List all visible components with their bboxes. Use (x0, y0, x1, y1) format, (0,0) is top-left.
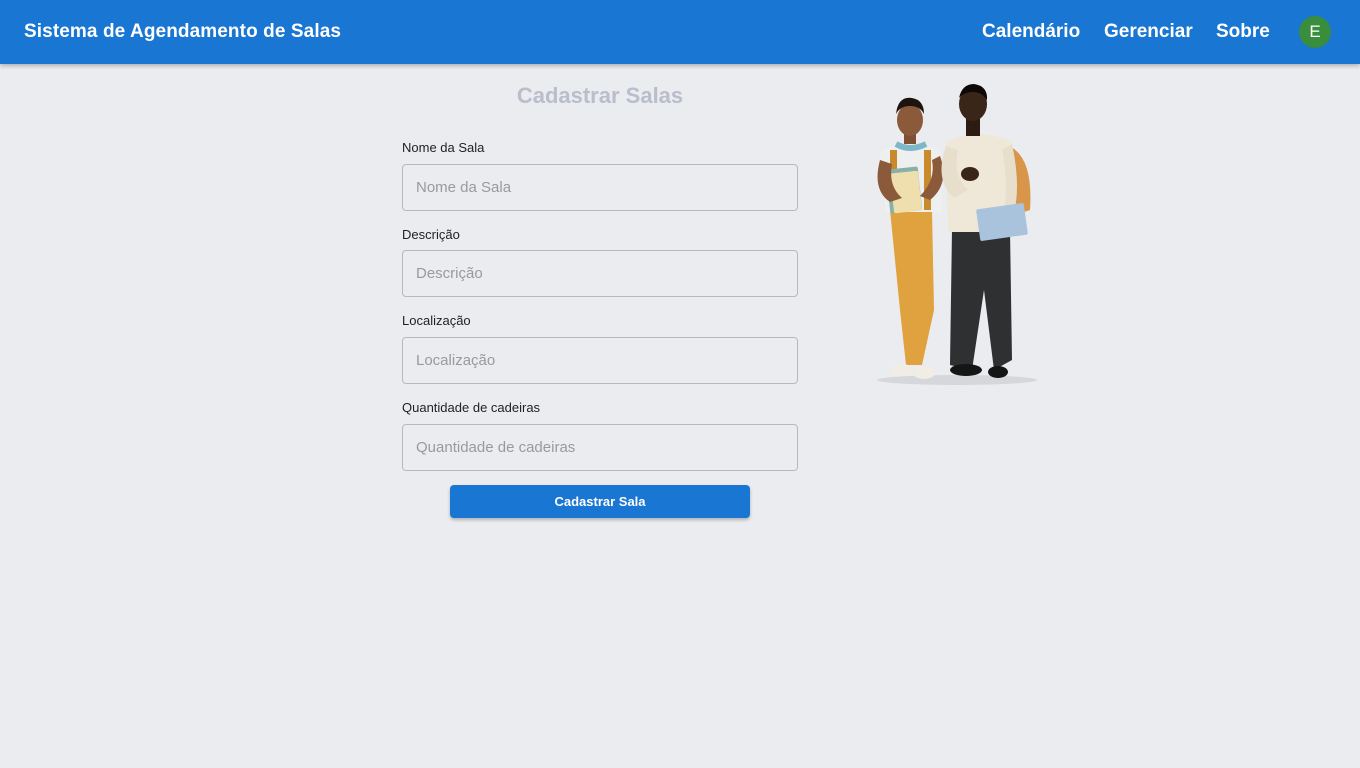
description-label: Descrição (402, 227, 460, 242)
nav-calendario[interactable]: Calendário (982, 0, 1080, 64)
submit-room-button[interactable]: Cadastrar Sala (450, 485, 750, 518)
app-bar: Sistema de Agendamento de Salas Calendár… (0, 0, 1360, 64)
page-title: Cadastrar Salas (516, 83, 684, 108)
app-title: Sistema de Agendamento de Salas (24, 21, 342, 42)
student-girl-figure (877, 97, 944, 379)
location-label: Localização (402, 313, 471, 328)
nav-gerenciar[interactable]: Gerenciar (1104, 0, 1193, 64)
room-name-input[interactable] (402, 164, 798, 211)
chairs-label: Quantidade de cadeiras (402, 400, 541, 415)
nav-sobre[interactable]: Sobre (1216, 0, 1270, 64)
students-illustration (877, 84, 1037, 385)
description-input[interactable] (402, 250, 798, 297)
student-boy-figure (941, 84, 1031, 378)
user-avatar[interactable]: E (1299, 16, 1331, 48)
room-name-label: Nome da Sala (402, 140, 485, 155)
chairs-input[interactable] (402, 424, 798, 471)
location-input[interactable] (402, 337, 798, 384)
